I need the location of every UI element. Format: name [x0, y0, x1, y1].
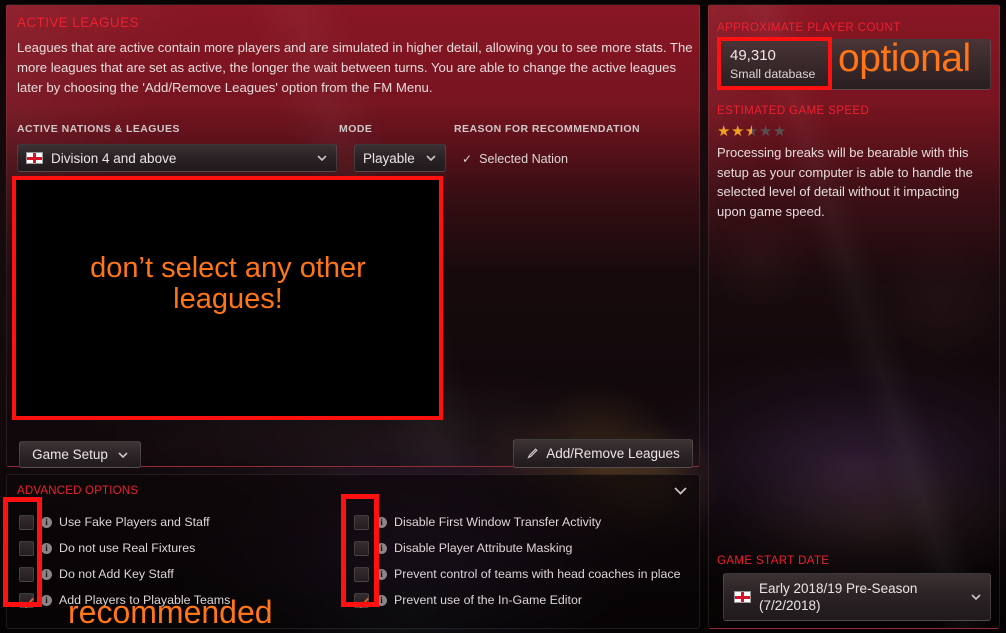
start-date-line2: (7/2/2018): [759, 598, 821, 613]
chevron-down-icon: [317, 155, 327, 161]
chevron-down-icon: [426, 155, 436, 161]
add-remove-leagues-button[interactable]: Add/Remove Leagues: [513, 439, 693, 468]
game-summary-panel: APPROXIMATE PLAYER COUNT 49,310 Small da…: [708, 4, 1000, 629]
checkbox-no-real-fixtures[interactable]: [19, 540, 34, 556]
mode-dropdown[interactable]: Playable: [354, 144, 446, 172]
option-row[interactable]: i Do not use Real Fixtures: [19, 535, 230, 561]
checkbox-disable-attribute-masking[interactable]: [354, 540, 369, 556]
active-leagues-description: Leagues that are active contain more pla…: [17, 40, 693, 95]
star-icon-half: ★: [744, 123, 759, 140]
active-nations-label: ACTIVE NATIONS & LEAGUES: [17, 123, 180, 135]
option-label: Add Players to Playable Teams: [59, 593, 231, 607]
panel-sheen: [709, 5, 999, 628]
option-row[interactable]: i Prevent use of the In-Game Editor: [354, 587, 681, 613]
advanced-options-panel: ADVANCED OPTIONS i Use Fake Players and …: [6, 474, 700, 629]
option-label: Disable Player Attribute Masking: [394, 541, 573, 555]
fm-new-game-setup-screen: ACTIVE LEAGUES Leagues that are active c…: [0, 0, 1006, 633]
game-start-date-dropdown[interactable]: Early 2018/19 Pre-Season (7/2/2018): [723, 573, 991, 621]
game-speed-rating: ★★★★★: [717, 122, 787, 141]
advanced-options-title: ADVANCED OPTIONS: [17, 485, 139, 497]
mode-value: Playable: [363, 150, 415, 166]
game-speed-description: Processing breaks will be bearable with …: [717, 145, 973, 219]
option-row[interactable]: i Do not Add Key Staff: [19, 561, 230, 587]
leagues-list-area[interactable]: [17, 181, 693, 429]
checkbox-use-fake-players[interactable]: [19, 514, 34, 530]
mode-label: MODE: [339, 123, 373, 135]
star-icon: ★: [758, 123, 773, 140]
active-leagues-title: ACTIVE LEAGUES: [17, 15, 139, 30]
player-count-label: APPROXIMATE PLAYER COUNT: [717, 22, 901, 34]
info-icon[interactable]: i: [376, 594, 387, 606]
star-icon: ★: [730, 123, 745, 140]
info-icon[interactable]: i: [41, 516, 52, 528]
active-league-dropdown[interactable]: Division 4 and above: [17, 144, 337, 172]
start-date-text: Early 2018/19 Pre-Season (7/2/2018): [759, 580, 917, 614]
game-speed-label: ESTIMATED GAME SPEED: [717, 105, 870, 117]
player-count-box: 49,310 Small database: [717, 39, 991, 90]
player-count-value: 49,310: [730, 47, 776, 64]
advanced-options-right-column: i Disable First Window Transfer Activity…: [354, 509, 681, 613]
info-icon[interactable]: i: [376, 568, 387, 580]
active-league-value: Division 4 and above: [51, 150, 177, 166]
star-icon: ★: [717, 123, 731, 140]
england-flag-icon: [734, 591, 751, 603]
option-row[interactable]: i Add Players to Playable Teams: [19, 587, 230, 613]
reason-text: Selected Nation: [479, 152, 568, 166]
option-label: Disable First Window Transfer Activity: [394, 515, 602, 529]
start-date-line1: Early 2018/19 Pre-Season: [759, 581, 918, 596]
chevron-down-icon: [971, 594, 981, 600]
option-row[interactable]: i Disable First Window Transfer Activity: [354, 509, 681, 535]
checkbox-add-players-playable-teams[interactable]: [19, 592, 34, 608]
chevron-down-icon: [118, 451, 128, 458]
option-row[interactable]: i Disable Player Attribute Masking: [354, 535, 681, 561]
pencil-icon: [527, 448, 538, 459]
option-label: Use Fake Players and Staff: [59, 515, 210, 529]
checkbox-prevent-head-coach-control[interactable]: [354, 566, 369, 582]
option-label: Do not Add Key Staff: [59, 567, 174, 581]
info-icon[interactable]: i: [41, 542, 52, 554]
game-setup-label: Game Setup: [32, 447, 108, 462]
reason-for-recommendation-value-row: ✓ Selected Nation: [462, 152, 568, 166]
checkbox-no-key-staff[interactable]: [19, 566, 34, 582]
game-start-date-label: GAME START DATE: [717, 555, 830, 567]
england-flag-icon: [26, 152, 43, 164]
reason-for-recommendation-label: REASON FOR RECOMMENDATION: [454, 123, 641, 135]
option-row[interactable]: i Use Fake Players and Staff: [19, 509, 230, 535]
info-icon[interactable]: i: [376, 516, 387, 528]
option-label: Prevent control of teams with head coach…: [394, 567, 681, 581]
option-row[interactable]: i Prevent control of teams with head coa…: [354, 561, 681, 587]
game-setup-button[interactable]: Game Setup: [19, 441, 141, 468]
info-icon[interactable]: i: [41, 594, 52, 606]
option-label: Do not use Real Fixtures: [59, 541, 196, 555]
option-label: Prevent use of the In-Game Editor: [394, 593, 583, 607]
active-leagues-panel: ACTIVE LEAGUES Leagues that are active c…: [6, 4, 700, 468]
info-icon[interactable]: i: [41, 568, 52, 580]
checkbox-prevent-ingame-editor[interactable]: [354, 592, 369, 608]
check-icon: ✓: [462, 152, 473, 166]
add-remove-leagues-label: Add/Remove Leagues: [546, 446, 680, 461]
chevron-down-icon[interactable]: [674, 487, 687, 495]
star-icon: ★: [772, 123, 787, 140]
checkbox-disable-first-window-transfers[interactable]: [354, 514, 369, 530]
info-icon[interactable]: i: [376, 542, 387, 554]
player-count-sub: Small database: [730, 67, 816, 81]
advanced-options-left-column: i Use Fake Players and Staff i Do not us…: [19, 509, 230, 613]
